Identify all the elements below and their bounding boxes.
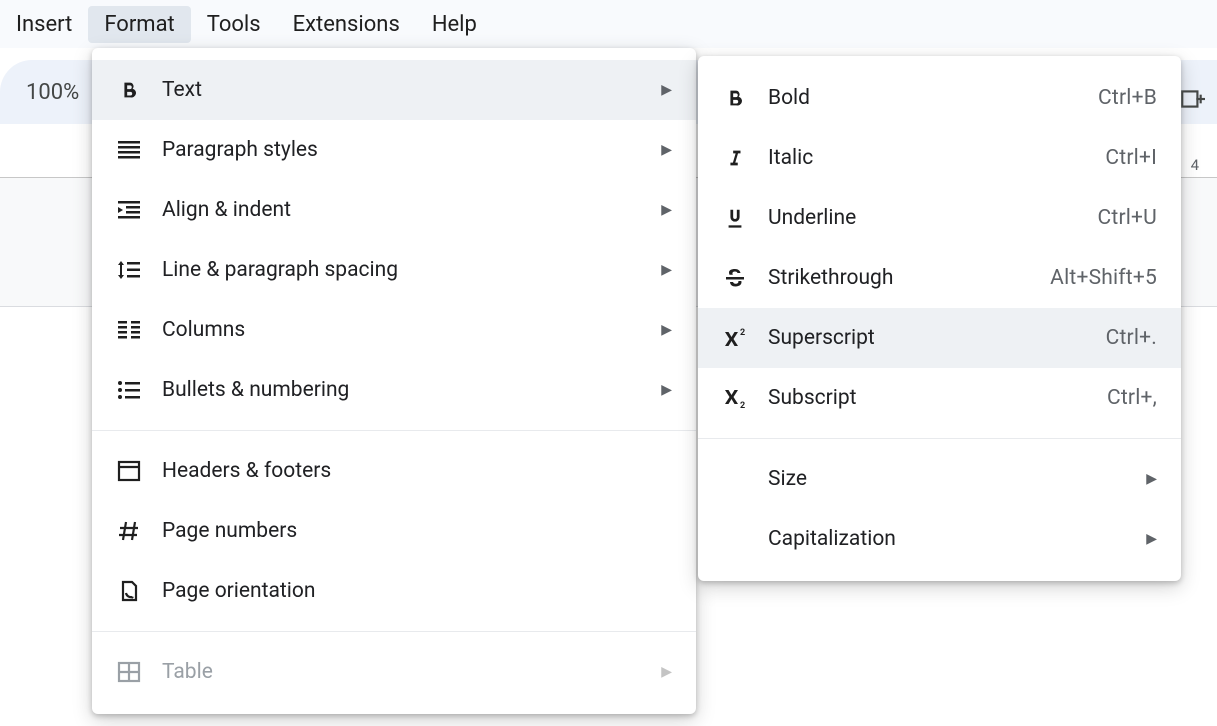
bold-icon: [720, 83, 750, 113]
menu-shortcut: Ctrl+U: [1098, 206, 1158, 230]
menu-item-paragraph-styles[interactable]: Paragraph styles ▶: [92, 120, 696, 180]
subscript-icon: 2: [720, 383, 750, 413]
menu-item-page-orientation[interactable]: Page orientation: [92, 561, 696, 621]
menu-separator: [698, 438, 1181, 439]
align-indent-icon: [114, 195, 144, 225]
submenu-item-superscript[interactable]: 2 Superscript Ctrl+.: [698, 308, 1181, 368]
submenu-item-bold[interactable]: Bold Ctrl+B: [698, 68, 1181, 128]
chevron-right-icon: ▶: [661, 82, 672, 98]
menu-label: Bullets & numbering: [162, 378, 651, 402]
menu-shortcut: Ctrl+,: [1107, 386, 1157, 410]
ruler-tick: 4: [1191, 156, 1199, 174]
submenu-item-italic[interactable]: Italic Ctrl+I: [698, 128, 1181, 188]
menu-label: Bold: [768, 86, 1098, 110]
strikethrough-icon: [720, 263, 750, 293]
menu-label: Italic: [768, 146, 1105, 170]
menu-label: Text: [162, 78, 651, 102]
menubar-item-tools[interactable]: Tools: [191, 6, 277, 43]
menu-item-line-spacing[interactable]: Line & paragraph spacing ▶: [92, 240, 696, 300]
bold-icon: [114, 75, 144, 105]
bullets-numbering-icon: [114, 375, 144, 405]
submenu-item-subscript[interactable]: 2 Subscript Ctrl+,: [698, 368, 1181, 428]
svg-text:2: 2: [740, 328, 745, 338]
menu-label: Superscript: [768, 326, 1106, 350]
menu-item-page-numbers[interactable]: Page numbers: [92, 501, 696, 561]
menu-item-align-indent[interactable]: Align & indent ▶: [92, 180, 696, 240]
submenu-item-strikethrough[interactable]: Strikethrough Alt+Shift+5: [698, 248, 1181, 308]
menu-shortcut: Ctrl+I: [1105, 146, 1157, 170]
chevron-right-icon: ▶: [1146, 531, 1157, 547]
chevron-right-icon: ▶: [661, 322, 672, 338]
menu-label: Page orientation: [162, 579, 672, 603]
menu-label: Paragraph styles: [162, 138, 651, 162]
submenu-item-underline[interactable]: Underline Ctrl+U: [698, 188, 1181, 248]
menu-label: Strikethrough: [768, 266, 1050, 290]
line-spacing-icon: [114, 255, 144, 285]
menu-shortcut: Ctrl+B: [1098, 86, 1157, 110]
menu-label: Line & paragraph spacing: [162, 258, 651, 282]
chevron-right-icon: ▶: [1146, 471, 1157, 487]
menubar: Insert Format Tools Extensions Help: [0, 0, 1217, 48]
menu-separator: [92, 631, 696, 632]
menu-item-columns[interactable]: Columns ▶: [92, 300, 696, 360]
page-orientation-icon: [114, 576, 144, 606]
chevron-right-icon: ▶: [661, 142, 672, 158]
menu-label: Page numbers: [162, 519, 672, 543]
blank-icon: [720, 464, 750, 494]
menu-item-table: Table ▶: [92, 642, 696, 702]
menu-label: Headers & footers: [162, 459, 672, 483]
table-icon: [114, 657, 144, 687]
menu-shortcut: Ctrl+.: [1106, 326, 1157, 350]
zoom-dropdown[interactable]: 100%: [18, 76, 87, 109]
menubar-item-format[interactable]: Format: [88, 6, 190, 43]
menu-item-headers-footers[interactable]: Headers & footers: [92, 441, 696, 501]
submenu-item-size[interactable]: Size ▶: [698, 449, 1181, 509]
menu-label: Table: [162, 660, 651, 684]
menu-label: Size: [768, 467, 1136, 491]
menu-separator: [92, 430, 696, 431]
menu-item-bullets-numbering[interactable]: Bullets & numbering ▶: [92, 360, 696, 420]
menu-label: Subscript: [768, 386, 1107, 410]
menu-label: Columns: [162, 318, 651, 342]
menubar-item-help[interactable]: Help: [416, 6, 493, 43]
headers-footers-icon: [114, 456, 144, 486]
paragraph-styles-icon: [114, 135, 144, 165]
insert-special-icon[interactable]: [1177, 84, 1207, 114]
submenu-item-capitalization[interactable]: Capitalization ▶: [698, 509, 1181, 569]
superscript-icon: 2: [720, 323, 750, 353]
chevron-right-icon: ▶: [661, 262, 672, 278]
italic-icon: [720, 143, 750, 173]
menubar-item-insert[interactable]: Insert: [0, 6, 88, 43]
columns-icon: [114, 315, 144, 345]
menubar-item-extensions[interactable]: Extensions: [277, 6, 416, 43]
menu-label: Capitalization: [768, 527, 1136, 551]
menu-shortcut: Alt+Shift+5: [1050, 266, 1157, 290]
chevron-right-icon: ▶: [661, 202, 672, 218]
menu-item-text[interactable]: Text ▶: [92, 60, 696, 120]
blank-icon: [720, 524, 750, 554]
svg-text:2: 2: [740, 401, 745, 409]
format-menu: Text ▶ Paragraph styles ▶ Align & indent…: [92, 48, 696, 714]
page-numbers-icon: [114, 516, 144, 546]
text-submenu: Bold Ctrl+B Italic Ctrl+I Underline Ctrl…: [698, 56, 1181, 581]
menu-label: Align & indent: [162, 198, 651, 222]
underline-icon: [720, 203, 750, 233]
menu-label: Underline: [768, 206, 1098, 230]
chevron-right-icon: ▶: [661, 382, 672, 398]
chevron-right-icon: ▶: [661, 664, 672, 680]
